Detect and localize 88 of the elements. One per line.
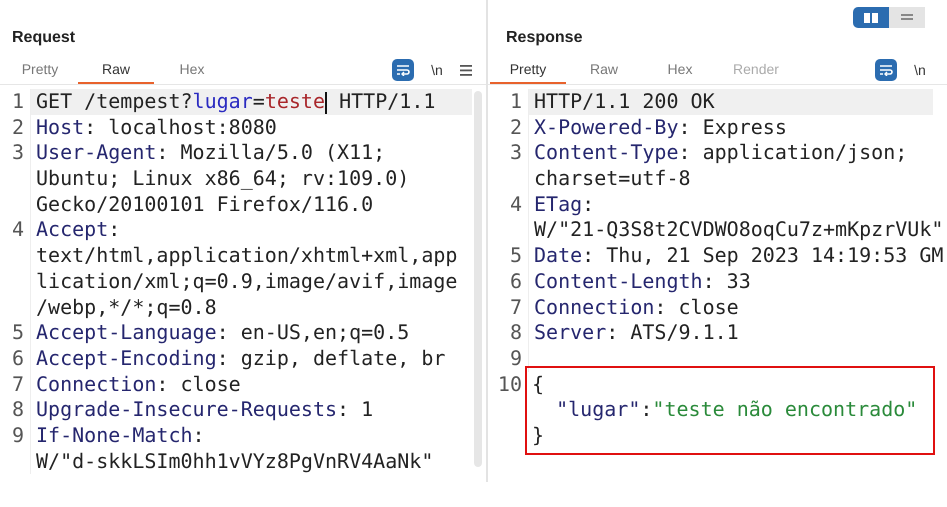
split-columns-button[interactable]	[853, 7, 889, 28]
code-text: Server	[534, 320, 606, 344]
code-text: : Mozilla/5.0 (X11;	[156, 140, 386, 164]
code-text: :	[108, 217, 120, 242]
code-text: /webp,*/*;q=0.8	[36, 294, 217, 318]
code-text: Connection	[36, 372, 156, 396]
line-number: 9	[12, 422, 24, 447]
line-number: 3	[12, 140, 24, 164]
code-text: : close	[156, 372, 241, 396]
menu-icon[interactable]	[460, 64, 472, 76]
stacked-rows-button[interactable]	[889, 7, 925, 28]
code-text: Connection	[534, 294, 654, 318]
code-text: "lugar"	[555, 397, 640, 422]
code-text: : 33	[702, 268, 751, 293]
code-text: lication/xml;q=0.9,image/avif,image	[36, 268, 458, 293]
wrap-icon	[879, 64, 893, 76]
code-text: }	[532, 422, 544, 447]
code-text: Accept	[36, 217, 108, 242]
code-text: lugar	[192, 89, 253, 113]
line-number: 6	[510, 268, 522, 293]
code-text: {	[532, 372, 544, 396]
code-text: User-Agent	[36, 140, 156, 164]
line-number: 7	[12, 372, 24, 396]
code-text: Date	[534, 243, 582, 268]
line-number: 3	[510, 140, 522, 164]
newline-toggle[interactable]: \n	[428, 62, 446, 78]
code-text: Upgrade-Insecure-Requests	[36, 397, 338, 422]
code-text: GET /tempest?	[36, 89, 193, 113]
code-text: HTTP/1.1 200 OK	[534, 89, 715, 113]
code-text: : close	[654, 294, 739, 318]
code-text: : en-US,en;q=0.5	[216, 320, 410, 344]
wrap-button[interactable]	[875, 59, 897, 81]
newline-toggle[interactable]: \n	[911, 62, 929, 78]
code-text: : Express	[678, 114, 787, 139]
tab[interactable]: Raw	[78, 56, 154, 84]
scrollbar[interactable]	[474, 91, 482, 467]
tab[interactable]: Pretty	[490, 56, 566, 84]
line-number: 2	[12, 114, 24, 139]
code-text: Host	[36, 114, 84, 139]
rows-icon	[900, 12, 914, 22]
code-text: :	[582, 192, 594, 216]
line-number: 7	[510, 294, 522, 318]
line-number: 5	[510, 243, 522, 268]
code-text: =	[252, 89, 265, 113]
code-text: :	[640, 397, 652, 422]
tab[interactable]: Pretty	[2, 56, 78, 84]
pane-title: Request	[11, 28, 76, 48]
code-text: : 1	[337, 397, 374, 422]
line-number: 8	[12, 397, 24, 422]
pane-title: Response	[505, 28, 584, 48]
code-text: ETag	[534, 192, 582, 216]
code-text: teste	[264, 89, 326, 113]
line-number: 2	[510, 114, 522, 139]
code-text: charset=utf-8	[534, 166, 691, 190]
code-text: W/"d-skkLSIm0hh1vVYz8PgVnRV4AaNk"	[36, 448, 434, 473]
line-number: 9	[510, 346, 522, 370]
code-text: X-Powered-By	[534, 114, 678, 139]
line-number: 1	[12, 89, 24, 113]
code-text: W/"21-Q3S8t2CVDWO8oqCu7z+mKpzrVUk"	[534, 217, 944, 242]
code-text: Gecko/20100101 Firefox/116.0	[36, 192, 374, 216]
columns-icon	[864, 12, 878, 22]
line-number: 4	[510, 192, 522, 216]
tab[interactable]: Raw	[566, 56, 642, 84]
code-text: Ubuntu; Linux x86_64; rv:109.0)	[36, 166, 410, 190]
code-text: : localhost:8080	[84, 114, 277, 139]
code-text: : application/json;	[678, 140, 908, 164]
line-number: 10	[498, 372, 522, 396]
code-text: Content-Type	[534, 140, 678, 164]
code-text: HTTP/1.1	[338, 89, 436, 113]
line-number: 5	[12, 320, 24, 344]
code-text: Accept-Language	[36, 320, 217, 344]
code-text: : Thu, 21 Sep 2023 14:19:53 GM	[582, 243, 944, 268]
tab[interactable]: Hex	[642, 56, 718, 84]
code-text: If-None-Match	[36, 422, 193, 447]
code-text: : gzip, deflate, br	[216, 346, 446, 370]
wrap-button[interactable]	[392, 59, 414, 81]
line-number: 6	[12, 346, 24, 370]
tab[interactable]: Hex	[154, 56, 230, 84]
code-text: :	[192, 422, 205, 447]
code-text: : ATS/9.1.1	[606, 320, 739, 344]
code-text: Content-Length	[534, 268, 703, 293]
line-number: 8	[510, 320, 522, 344]
line-number: 1	[510, 89, 522, 113]
code-text: "teste não encontrado"	[652, 397, 918, 422]
line-number: 4	[12, 217, 24, 242]
code-text: text/html,application/xhtml+xml,app	[36, 243, 458, 268]
wrap-icon	[396, 64, 410, 76]
code-text: Accept-Encoding	[36, 346, 217, 370]
